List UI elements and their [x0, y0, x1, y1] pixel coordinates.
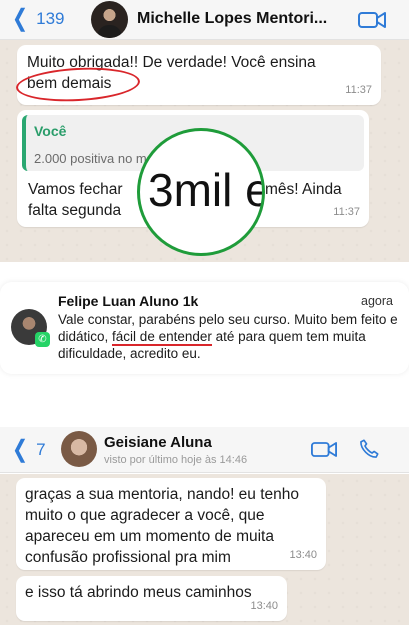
chat-1-header: ❮ 139 Michelle Lopes Mentori...	[0, 0, 409, 40]
avatar[interactable]	[91, 1, 128, 38]
message-time: 13:40	[250, 600, 278, 612]
highlight-text: 3mil e	[148, 164, 265, 216]
message-text: e isso tá abrindo meus caminhos	[25, 584, 252, 601]
contact-name[interactable]: Geisiane Aluna	[104, 434, 212, 451]
message-text: graças a sua mentoria, nando! eu tenho m…	[25, 486, 300, 566]
notification-body: Vale constar, parabéns pelo seu curso. M…	[58, 311, 398, 362]
back-count: 7	[36, 440, 46, 459]
message-time: 13:40	[289, 549, 317, 561]
chat-2-header: ❮ 7 Geisiane Aluna visto por último hoje…	[0, 427, 409, 473]
notification-time: agora	[361, 294, 393, 308]
whatsapp-icon: ✆	[35, 332, 50, 347]
back-count: 139	[36, 9, 65, 28]
message-time: 11:37	[345, 84, 372, 96]
video-call-icon[interactable]	[311, 441, 337, 458]
green-highlight-circle: 3mil e	[137, 128, 265, 256]
chevron-left-icon: ❮	[12, 5, 29, 32]
video-call-icon[interactable]	[358, 11, 386, 29]
last-seen-status: visto por último hoje às 14:46	[104, 454, 248, 466]
chevron-left-icon: ❮	[12, 436, 29, 463]
message-time: 11:37	[333, 206, 360, 218]
back-button[interactable]: ❮ 7	[10, 438, 46, 462]
phone-icon[interactable]	[358, 438, 380, 460]
message-text-line-end: mês! Ainda	[265, 181, 342, 198]
message-bubble[interactable]: e isso tá abrindo meus caminhos 13:40	[16, 576, 287, 621]
avatar[interactable]	[61, 431, 97, 467]
contact-name[interactable]: Michelle Lopes Mentori...	[137, 10, 349, 28]
message-text-line: Vamos fechar	[28, 181, 123, 198]
back-button[interactable]: ❮ 139	[10, 7, 64, 31]
notification-banner[interactable]: ✆ Felipe Luan Aluno 1k agora Vale consta…	[0, 282, 409, 374]
notification-title: Felipe Luan Aluno 1k	[58, 293, 199, 309]
underlined-highlight: fácil de entender	[112, 329, 212, 346]
message-bubble[interactable]: graças a sua mentoria, nando! eu tenho m…	[16, 478, 326, 570]
